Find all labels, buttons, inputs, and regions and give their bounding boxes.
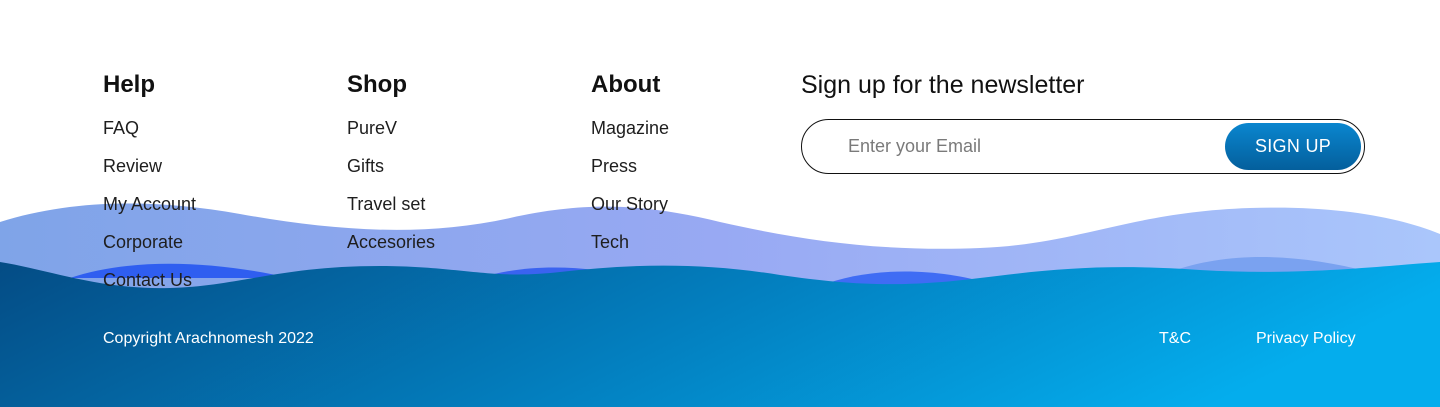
link-review[interactable]: Review [103, 156, 196, 194]
link-our-story[interactable]: Our Story [591, 194, 669, 232]
link-contact-us[interactable]: Contact Us [103, 270, 196, 308]
column-heading-about: About [591, 71, 661, 98]
link-corporate[interactable]: Corporate [103, 232, 196, 270]
column-heading-shop: Shop [347, 71, 407, 98]
newsletter-form: SIGN UP [801, 119, 1365, 174]
footer-column-help: Help FAQ Review My Account Corporate Con… [103, 70, 196, 308]
newsletter-title: Sign up for the newsletter [801, 71, 1085, 99]
column-heading-help: Help [103, 71, 156, 98]
link-accesories[interactable]: Accesories [347, 232, 435, 270]
link-gifts[interactable]: Gifts [347, 156, 435, 194]
footer-column-about: About Magazine Press Our Story Tech [591, 70, 669, 270]
link-faq[interactable]: FAQ [103, 118, 196, 156]
email-input[interactable] [848, 132, 1208, 160]
link-purev[interactable]: PureV [347, 118, 435, 156]
link-press[interactable]: Press [591, 156, 669, 194]
newsletter-section: Sign up for the newsletter SIGN UP [801, 70, 1365, 174]
about-links: Magazine Press Our Story Tech [591, 118, 669, 270]
site-footer: Help FAQ Review My Account Corporate Con… [0, 0, 1440, 407]
link-magazine[interactable]: Magazine [591, 118, 669, 156]
copyright-text: Copyright Arachnomesh 2022 [103, 330, 314, 347]
shop-links: PureV Gifts Travel set Accesories [347, 118, 435, 270]
footer-column-shop: Shop PureV Gifts Travel set Accesories [347, 70, 435, 270]
link-tech[interactable]: Tech [591, 232, 669, 270]
privacy-policy-link[interactable]: Privacy Policy [1256, 330, 1356, 348]
link-travel-set[interactable]: Travel set [347, 194, 435, 232]
terms-link[interactable]: T&C [1159, 330, 1191, 348]
help-links: FAQ Review My Account Corporate Contact … [103, 118, 196, 308]
link-my-account[interactable]: My Account [103, 194, 196, 232]
sign-up-button[interactable]: SIGN UP [1225, 123, 1361, 170]
